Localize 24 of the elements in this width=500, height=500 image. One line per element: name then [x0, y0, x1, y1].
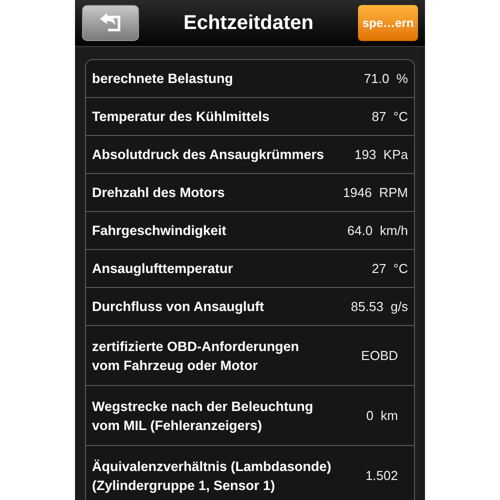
parameter-label: Ansauglufttemperatur	[92, 260, 234, 278]
parameter-value: 85.53 g/s	[350, 298, 408, 316]
parameter-label: zertifizierte OBD-Anforderungen vom Fahrzeug oder Motor	[92, 338, 300, 374]
parameter-label: Durchfluss von Ansaugluft	[92, 298, 264, 316]
parameter-value: 193 KPa	[354, 146, 408, 164]
window-title: Echtzeitdaten	[182, 11, 315, 36]
parameter-label: Absolutdruck des Ansaugkrümmers	[92, 146, 324, 164]
parameter-value: EOBD	[361, 346, 399, 365]
parameter-value: 0 km	[366, 406, 399, 425]
return-arrow-icon	[98, 13, 122, 33]
parameter-value: 1.502	[365, 466, 399, 485]
back-button[interactable]	[82, 5, 139, 41]
parameter-label: Äquivalenzverhältnis (Lambdasonde) (Zylindergruppe 1, Sensor 1)	[92, 458, 332, 494]
parameter-label: Wegstrecke nach der Beleuchtung vom MIL (Fehleranzeigers)	[92, 398, 314, 434]
save-button[interactable]: spe…ern	[358, 5, 418, 41]
parameter-label: berechnete Belastung	[92, 70, 234, 88]
parameter-label: Drehzahl des Motors	[92, 184, 225, 202]
parameter-value: 27 °C	[372, 260, 408, 278]
parameter-label: Fahrgeschwindigkeit	[92, 222, 226, 240]
parameter-value: 1946 RPM	[342, 184, 408, 202]
parameter-value: 71.0 %	[364, 70, 408, 88]
parameter-value: 87 °C	[372, 108, 408, 126]
parameter-label: Temperatur des Kühlmittels	[92, 108, 270, 126]
parameter-value: 64.0 km/h	[347, 222, 408, 240]
